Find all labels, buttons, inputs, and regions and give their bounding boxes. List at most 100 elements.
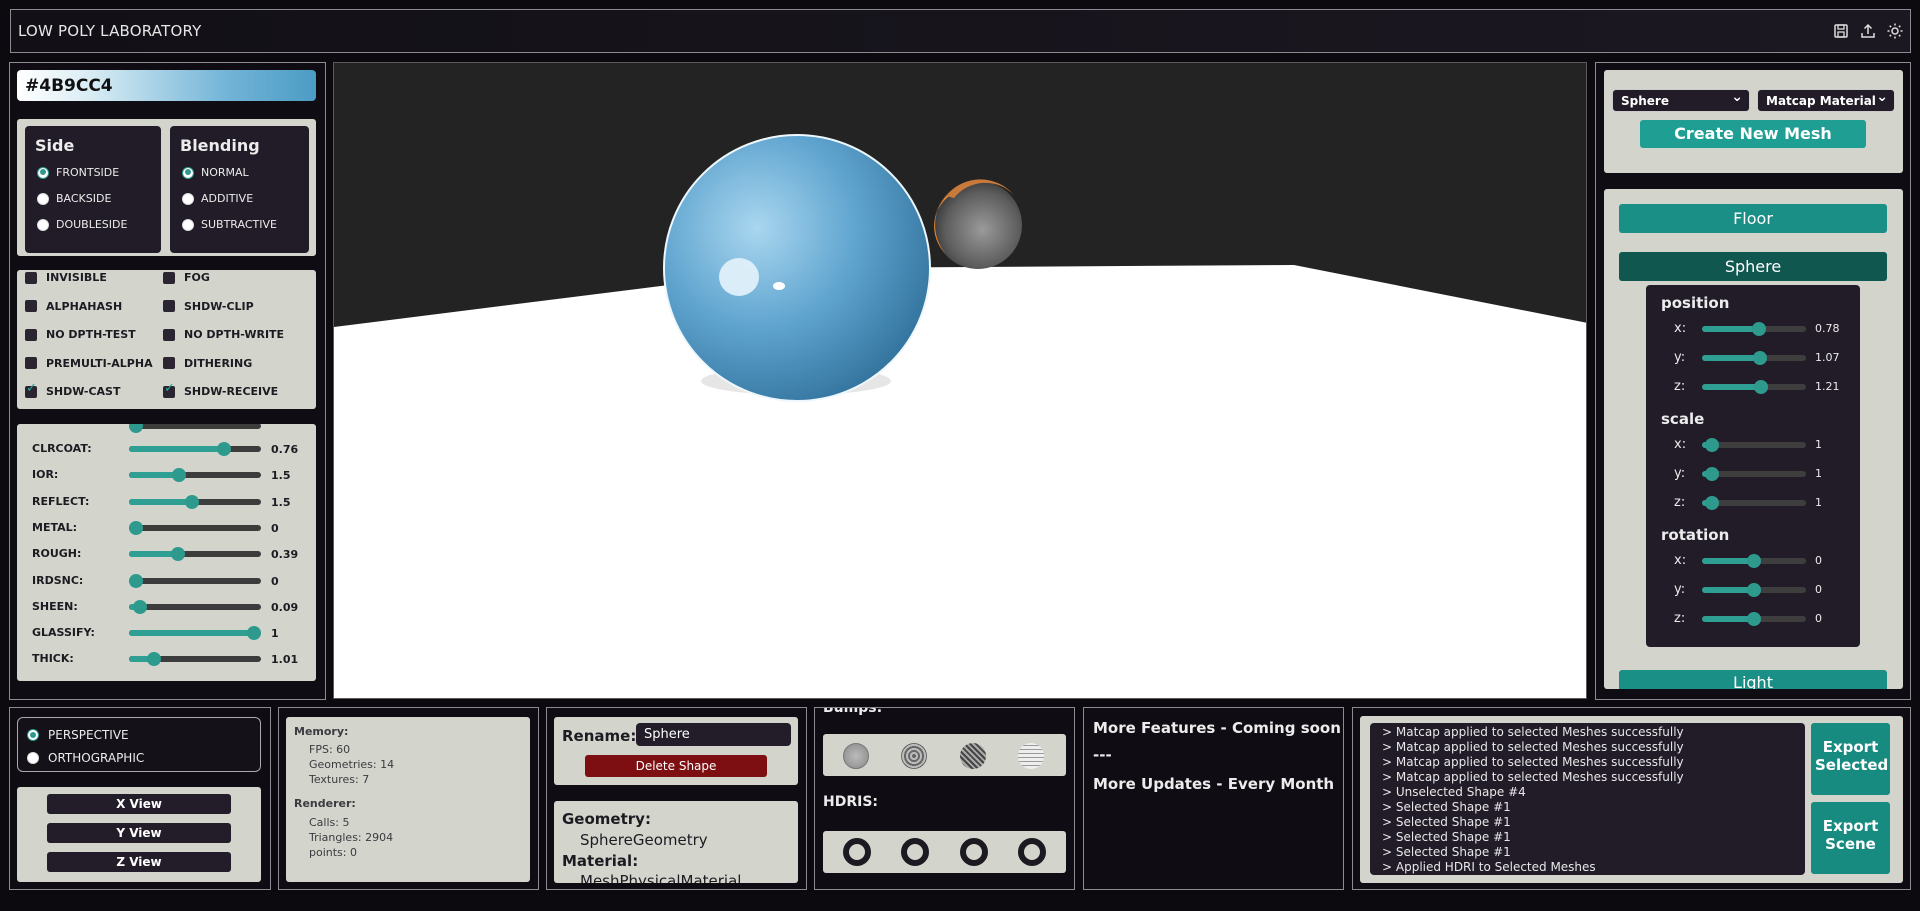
checkbox-icon[interactable] [25, 328, 37, 341]
scene-item-sphere[interactable]: Sphere [1619, 252, 1887, 281]
flag-invisible[interactable]: INVISIBLE [25, 271, 107, 284]
prop-slider[interactable] [129, 547, 261, 562]
view-button-y[interactable]: Y View [47, 823, 231, 843]
rotation-x-slider[interactable] [1702, 554, 1806, 568]
delete-shape-button[interactable]: Delete Shape [585, 755, 767, 777]
info-panel: Geometry: SphereGeometry Material: MeshP… [554, 801, 798, 883]
scene-item-floor[interactable]: Floor [1619, 204, 1887, 233]
memory-title: Memory: [294, 725, 349, 738]
bump-texture-1[interactable] [843, 743, 869, 769]
features-line-2: --- [1093, 746, 1112, 764]
hdris-row [823, 831, 1066, 873]
position-y-slider[interactable] [1702, 351, 1806, 365]
flag-fog[interactable]: FOG [163, 271, 210, 284]
scale-y-slider[interactable] [1702, 467, 1806, 481]
bump-texture-2[interactable] [901, 743, 927, 769]
top-bar: LOW POLY LABORATORY [10, 9, 1911, 53]
hdri-ring-2[interactable] [901, 838, 929, 866]
bump-texture-4[interactable] [1018, 743, 1044, 769]
flag-no-dpth-write[interactable]: NO DPTH-WRITE [163, 328, 284, 341]
blending-option-label: SUBTRACTIVE [201, 218, 277, 231]
rotation-x-value: 0 [1815, 554, 1822, 567]
save-icon[interactable] [1832, 22, 1850, 40]
prop-slider[interactable] [129, 626, 261, 641]
flag-alphahash[interactable]: ALPHAHASH [25, 300, 122, 313]
material-value: MeshPhysicalMaterial [580, 872, 742, 883]
scene-item-light[interactable]: Light [1619, 670, 1887, 689]
radio-icon[interactable] [37, 166, 49, 179]
checkbox-icon[interactable] [25, 271, 37, 284]
flag-premulti-alpha[interactable]: PREMULTI-ALPHA [25, 357, 153, 370]
checkbox-icon[interactable] [163, 381, 175, 398]
side-option-backside[interactable]: BACKSIDE [37, 192, 111, 205]
flag-label: SHDW-RECEIVE [184, 385, 279, 398]
rotation-z-slider[interactable] [1702, 612, 1806, 626]
shape-select[interactable]: Sphere [1612, 89, 1750, 112]
3d-viewport[interactable] [333, 62, 1587, 699]
blending-option-normal[interactable]: NORMAL [182, 166, 249, 179]
checkbox-icon[interactable] [163, 328, 175, 341]
hdri-ring-1[interactable] [843, 838, 871, 866]
export-scene-button[interactable]: Export Scene [1811, 802, 1890, 874]
checkbox-icon[interactable] [163, 300, 175, 312]
flag-shdw-receive[interactable]: SHDW-RECEIVE [163, 381, 279, 398]
prop-slider[interactable] [129, 494, 261, 509]
bumps-title: Bumps: [823, 707, 883, 716]
radio-icon[interactable] [37, 192, 49, 205]
export-icon[interactable] [1859, 22, 1877, 40]
bump-texture-3[interactable] [960, 743, 986, 769]
flag-shdw-cast[interactable]: SHDW-CAST [25, 381, 120, 398]
view-button-z[interactable]: Z View [47, 852, 231, 872]
radio-icon[interactable] [182, 218, 194, 231]
projection-orthographic[interactable]: ORTHOGRAPHIC [27, 751, 144, 765]
side-option-frontside[interactable]: FRONTSIDE [37, 166, 119, 179]
scale-x-value: 1 [1815, 438, 1822, 451]
side-option-label: BACKSIDE [56, 192, 112, 205]
prop-slider[interactable] [129, 599, 261, 614]
view-button-x[interactable]: X View [47, 794, 231, 814]
hdri-ring-3[interactable] [960, 838, 988, 866]
radio-icon[interactable] [27, 729, 39, 741]
flag-dithering[interactable]: DITHERING [163, 357, 252, 370]
export-selected-button[interactable]: Export Selected [1811, 723, 1890, 795]
position-z-slider[interactable] [1702, 380, 1806, 394]
create-new-mesh-button[interactable]: Create New Mesh [1640, 120, 1866, 148]
geometries-stat: Geometries: 14 [309, 758, 395, 771]
prop-slider[interactable] [129, 652, 261, 667]
checkbox-icon[interactable] [25, 357, 37, 369]
blending-option-additive[interactable]: ADDITIVE [182, 192, 253, 205]
scale-x-slider[interactable] [1702, 438, 1806, 452]
alpha-slider[interactable] [129, 424, 261, 433]
sun-icon[interactable] [1886, 22, 1904, 40]
rename-input[interactable]: Sphere [636, 723, 791, 746]
prop-slider[interactable] [129, 442, 261, 456]
rotation-y-slider[interactable] [1702, 583, 1806, 597]
hdri-ring-4[interactable] [1018, 838, 1046, 866]
position-x-slider[interactable] [1702, 322, 1806, 336]
blending-option-label: NORMAL [201, 166, 249, 179]
prop-slider[interactable] [129, 573, 261, 588]
radio-icon[interactable] [182, 192, 194, 205]
radio-icon[interactable] [27, 752, 39, 764]
blending-option-subtractive[interactable]: SUBTRACTIVE [182, 218, 277, 231]
color-hex-input[interactable]: #4B9CC4 [17, 70, 316, 101]
radio-icon[interactable] [37, 218, 49, 231]
sphere-mesh [663, 134, 931, 402]
prop-label: SHEEN: [32, 599, 78, 613]
flag-shdw-clip[interactable]: SHDW-CLIP [163, 300, 254, 313]
side-option-doubleside[interactable]: DOUBLESIDE [37, 218, 127, 231]
checkbox-icon[interactable] [25, 300, 37, 312]
flag-no-dpth-test[interactable]: NO DPTH-TEST [25, 328, 136, 341]
prop-slider[interactable] [129, 468, 261, 483]
checkbox-icon[interactable] [163, 271, 175, 284]
checkbox-icon[interactable] [25, 381, 37, 398]
rotation-y-value: 0 [1815, 583, 1822, 596]
scale-z-slider[interactable] [1702, 496, 1806, 510]
projection-perspective[interactable]: PERSPECTIVE [27, 728, 129, 742]
material-title: Material: [562, 852, 639, 870]
material-select[interactable]: Matcap Material [1757, 89, 1895, 112]
hdris-title: HDRIS: [823, 794, 879, 810]
prop-slider[interactable] [129, 520, 261, 535]
checkbox-icon[interactable] [163, 357, 175, 369]
radio-icon[interactable] [182, 166, 194, 179]
